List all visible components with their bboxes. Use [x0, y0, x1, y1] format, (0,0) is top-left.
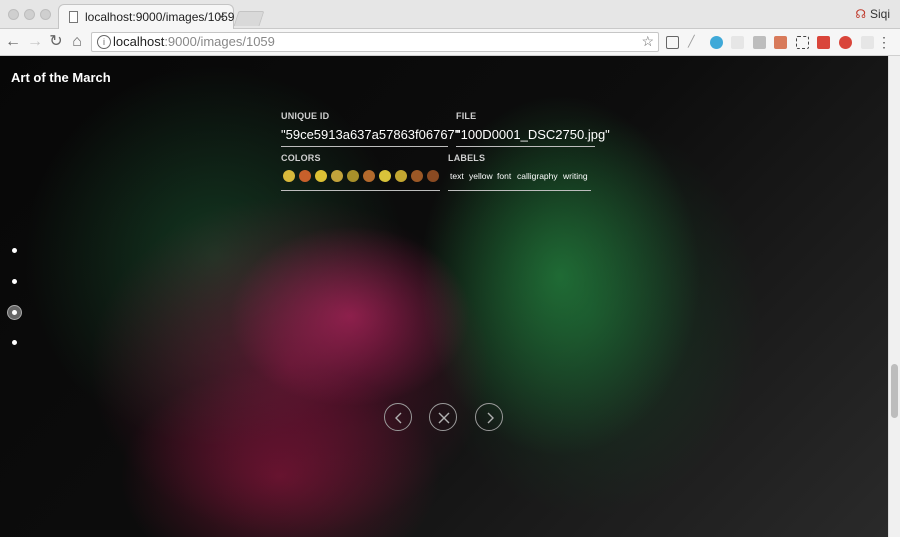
color-swatch	[299, 170, 311, 182]
extension-circle-icon[interactable]	[710, 36, 723, 49]
scrollbar-thumb[interactable]	[891, 364, 898, 418]
color-swatch	[379, 170, 391, 182]
color-swatch	[331, 170, 343, 182]
section-dot-4[interactable]	[12, 340, 17, 345]
label-tag: text	[450, 171, 464, 181]
section-dot-3-active[interactable]	[7, 305, 22, 320]
page-scrollbar[interactable]	[888, 56, 900, 537]
info-icon[interactable]: i	[97, 35, 111, 49]
extension-photo-icon[interactable]	[774, 36, 787, 49]
cast-icon[interactable]	[666, 36, 679, 49]
url-text: localhost:9000/images/1059	[113, 34, 275, 49]
file-underline	[456, 146, 595, 147]
bookmark-star-icon[interactable]: ☆	[641, 33, 654, 50]
window-close-button[interactable]	[8, 9, 19, 20]
pinterest-icon[interactable]	[839, 36, 852, 49]
pen-extension-icon[interactable]: ╱	[688, 36, 701, 49]
browser-tab-bar: localhost:9000/images/1059 × ☊ Siqi	[0, 0, 900, 29]
colors-block: COLORS	[281, 153, 321, 163]
window-minimize-button[interactable]	[24, 9, 35, 20]
color-swatch	[283, 170, 295, 182]
tab-title: localhost:9000/images/1059	[85, 10, 235, 24]
next-button[interactable]	[475, 403, 503, 431]
close-icon	[438, 412, 450, 424]
label-tag: calligraphy	[517, 171, 558, 181]
file-label: FILE	[456, 111, 477, 121]
extension-red-icon[interactable]	[817, 36, 830, 49]
new-tab-button[interactable]	[233, 11, 265, 26]
close-button[interactable]	[429, 403, 457, 431]
profile-name: Siqi	[869, 7, 890, 21]
extension-box-icon[interactable]	[753, 36, 766, 49]
file-value: "100D0001_DSC2750.jpg"	[456, 127, 610, 142]
screenshot-extension-icon[interactable]	[796, 36, 809, 49]
extension-faded-icon[interactable]	[861, 36, 874, 49]
colors-underline	[281, 190, 440, 191]
chevron-left-icon	[395, 412, 402, 424]
unique-id-underline	[281, 146, 448, 147]
forward-icon[interactable]: →	[25, 32, 45, 52]
previous-button[interactable]	[384, 403, 412, 431]
label-tag: font	[497, 171, 512, 181]
reload-icon[interactable]: ↻	[46, 32, 66, 52]
color-swatch	[411, 170, 423, 182]
labels-block: LABELS	[448, 153, 485, 163]
tab-close-icon[interactable]: ×	[217, 9, 225, 24]
browser-toolbar: ← → ↻ ⌂ i localhost:9000/images/1059 ☆ ╱…	[0, 29, 900, 56]
color-swatch	[395, 170, 407, 182]
home-icon[interactable]: ⌂	[67, 32, 87, 52]
page-icon	[69, 11, 78, 23]
labels-label: LABELS	[448, 153, 486, 163]
label-tag: writing	[563, 171, 588, 181]
label-tag: yellow	[469, 171, 493, 181]
browser-tab[interactable]: localhost:9000/images/1059 ×	[58, 4, 234, 29]
color-swatch	[427, 170, 439, 182]
profile-icon: ☊	[855, 7, 866, 21]
color-swatch	[315, 170, 327, 182]
color-swatch	[347, 170, 359, 182]
section-dot-2[interactable]	[12, 279, 17, 284]
profile-button[interactable]: ☊ Siqi	[855, 7, 890, 21]
page-viewport: Art of the March UNIQUE ID "59ce5913a637…	[0, 56, 888, 537]
window-zoom-button[interactable]	[40, 9, 51, 20]
site-title: Art of the March	[11, 70, 111, 85]
unique-id-label: UNIQUE ID	[281, 111, 330, 121]
back-icon[interactable]: ←	[3, 32, 23, 52]
unique-id-value: "59ce5913a637a57863f06767"	[281, 127, 460, 142]
color-swatch	[363, 170, 375, 182]
address-bar[interactable]: i localhost:9000/images/1059 ☆	[91, 32, 659, 52]
menu-icon[interactable]: ⋮	[877, 32, 891, 52]
extension-gray-icon[interactable]	[731, 36, 744, 49]
file-block: FILE "100D0001_DSC2750.jpg"	[456, 111, 610, 142]
labels-underline	[448, 190, 591, 191]
unique-id-block: UNIQUE ID "59ce5913a637a57863f06767"	[281, 111, 459, 142]
colors-label: COLORS	[281, 153, 321, 163]
section-dot-1[interactable]	[12, 248, 17, 253]
chevron-right-icon	[487, 412, 494, 424]
